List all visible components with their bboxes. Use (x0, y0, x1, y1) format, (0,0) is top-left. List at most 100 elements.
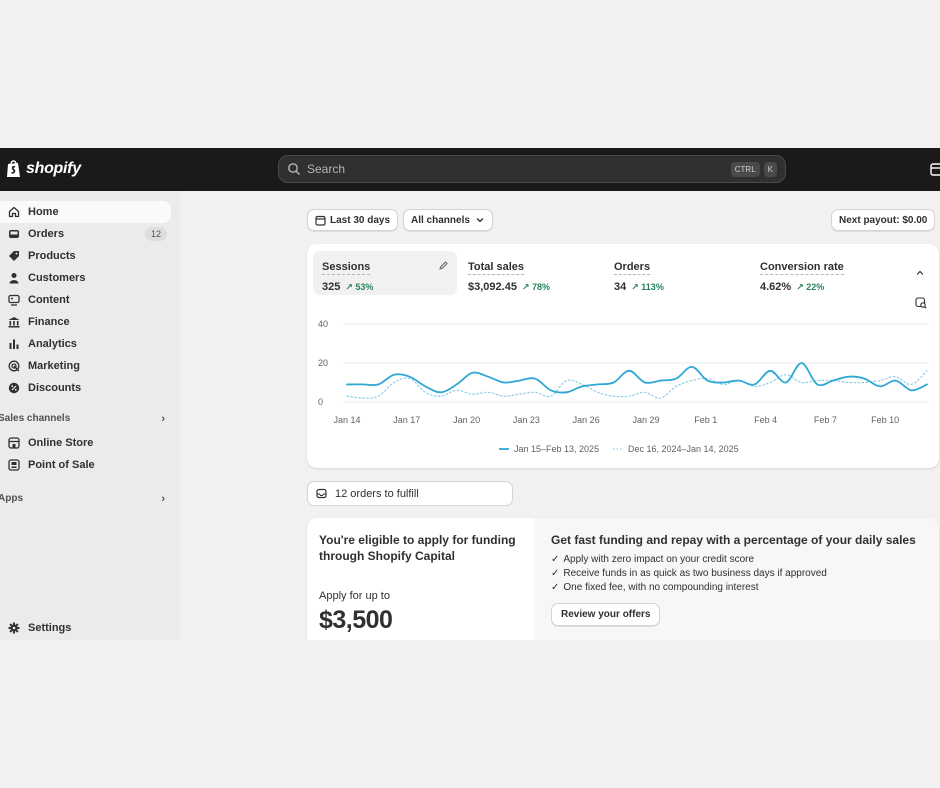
sales-channels-section[interactable]: Sales channels › (0, 412, 169, 425)
sidebar-item-settings[interactable]: Settings (0, 617, 171, 639)
content-icon (7, 293, 21, 307)
person-icon (7, 271, 21, 285)
check-icon: ✓ (551, 582, 560, 593)
metric-change-value: 78% (531, 281, 550, 292)
legend-label-current: Jan 15–Feb 13, 2025 (514, 444, 599, 454)
gear-icon (7, 621, 21, 635)
sidebar-item-label: Content (28, 294, 70, 306)
orders-to-fulfill-button[interactable]: 12 orders to fulfill (307, 481, 513, 506)
target-icon (7, 359, 21, 373)
date-range-button[interactable]: Last 30 days (307, 209, 399, 231)
x-tick-label: Jan 23 (513, 415, 540, 425)
x-tick-label: Feb 7 (814, 415, 837, 425)
metric-change: ↗ 113% (631, 281, 664, 292)
orders-count-badge: 12 (144, 227, 167, 241)
x-tick-label: Feb 4 (754, 415, 777, 425)
funding-summary: You're eligible to apply for funding thr… (307, 518, 534, 640)
sidebar-item-analytics[interactable]: Analytics (0, 333, 171, 355)
funding-amount: $3,500 (319, 606, 393, 634)
metric-label: Conversion rate (760, 261, 844, 275)
next-payout-button[interactable]: Next payout: $0.00 (831, 209, 936, 231)
chart-options-icon[interactable] (915, 297, 927, 309)
bar-chart-icon (7, 337, 21, 351)
metric-change: ↗ 53% (345, 281, 374, 292)
sidebar-item-label: Analytics (28, 338, 77, 350)
y-tick-label: 20 (318, 358, 328, 368)
home-icon (7, 205, 21, 219)
metric-value: 325 (322, 281, 341, 293)
date-range-label: Last 30 days (330, 214, 391, 226)
metric-change-value: 53% (355, 281, 374, 292)
shopify-logo[interactable]: shopify (6, 159, 81, 178)
discount-icon (7, 381, 21, 395)
shortcut-key-ctrl: CTRL (730, 161, 760, 177)
metrics-card: Sessions 325 ↗ 53% Total sales $3,092.45… (307, 244, 939, 468)
metric-orders[interactable]: Orders 34 ↗ 113% (605, 251, 749, 295)
funding-bullet-text: Apply with zero impact on your credit sc… (563, 554, 755, 565)
funding-apply-label: Apply for up to (319, 590, 390, 602)
search-bar[interactable]: CTRL K (278, 155, 786, 183)
sidebar-item-products[interactable]: Products (0, 245, 171, 267)
sidebar-item-label: Home (28, 206, 59, 218)
shopify-bag-icon (7, 160, 20, 177)
funding-bullet-text: Receive funds in as quick as two busines… (563, 568, 827, 579)
metric-total-sales[interactable]: Total sales $3,092.45 ↗ 78% (459, 251, 603, 295)
metric-conversion-rate[interactable]: Conversion rate 4.62% ↗ 22% (751, 251, 895, 295)
check-icon: ✓ (551, 554, 560, 565)
metric-sessions[interactable]: Sessions 325 ↗ 53% (313, 251, 457, 295)
search-input[interactable] (307, 162, 727, 176)
funding-details: Get fast funding and repay with a percen… (534, 518, 939, 640)
orders-to-fulfill-label: 12 orders to fulfill (335, 487, 419, 500)
top-bar: shopify CTRL K (0, 148, 940, 191)
x-tick-label: Jan 29 (632, 415, 659, 425)
sidebar-item-customers[interactable]: Customers (0, 267, 171, 289)
metric-label: Total sales (468, 261, 525, 275)
store-icon[interactable] (930, 161, 940, 177)
sidebar: Home Orders 12 Products Customers Conten… (0, 191, 180, 640)
sidebar-item-online-store[interactable]: Online Store (0, 432, 171, 454)
check-icon: ✓ (551, 568, 560, 579)
x-tick-label: Jan 26 (573, 415, 600, 425)
sidebar-item-label: Settings (28, 622, 72, 634)
metric-label: Sessions (322, 261, 371, 275)
storefront-icon (7, 436, 21, 450)
previous-period-line (346, 370, 928, 399)
channels-label: All channels (411, 214, 470, 226)
inbox-icon (7, 227, 21, 241)
metric-change-value: 22% (806, 281, 825, 292)
calendar-icon (315, 215, 326, 226)
y-tick-label: 0 (318, 397, 323, 407)
apps-section[interactable]: Apps › (0, 493, 169, 505)
sidebar-item-finance[interactable]: Finance (0, 311, 171, 333)
shortcut-key-k: K (763, 161, 777, 177)
sidebar-item-point-of-sale[interactable]: Point of Sale (0, 454, 171, 476)
metric-change: ↗ 78% (521, 281, 550, 292)
x-tick-label: Jan 20 (453, 415, 480, 425)
sidebar-item-label: Orders (28, 228, 65, 240)
x-tick-label: Jan 17 (393, 415, 420, 425)
sidebar-item-marketing[interactable]: Marketing (0, 355, 171, 377)
funding-title: You're eligible to apply for funding thr… (319, 533, 516, 563)
chevron-up-icon[interactable] (915, 268, 925, 278)
sidebar-item-label: Point of Sale (28, 459, 95, 471)
channels-dropdown[interactable]: All channels (403, 209, 493, 231)
x-tick-label: Feb 10 (871, 415, 899, 425)
funding-bullet: ✓ Apply with zero impact on your credit s… (551, 554, 922, 565)
metric-change: ↗ 22% (796, 281, 825, 292)
section-label: Apps (0, 493, 23, 504)
bank-icon (7, 315, 21, 329)
inbox-icon (316, 488, 327, 499)
y-tick-label: 40 (318, 319, 328, 329)
sidebar-item-discounts[interactable]: Discounts (0, 377, 171, 399)
sidebar-item-content[interactable]: Content (0, 289, 171, 311)
sidebar-item-orders[interactable]: Orders 12 (0, 223, 171, 245)
pencil-icon[interactable] (438, 260, 449, 271)
main-content: Last 30 days All channels Next payout: $… (180, 191, 940, 640)
review-offers-button[interactable]: Review your offers (551, 603, 661, 626)
funding-bullet: ✓ Receive funds in as quick as two busine… (551, 568, 922, 579)
sidebar-item-home[interactable]: Home (0, 201, 171, 223)
metric-label: Orders (614, 261, 651, 275)
section-label: Sales channels (0, 413, 71, 424)
chevron-right-icon: › (161, 412, 165, 425)
sidebar-item-label: Online Store (28, 437, 94, 449)
